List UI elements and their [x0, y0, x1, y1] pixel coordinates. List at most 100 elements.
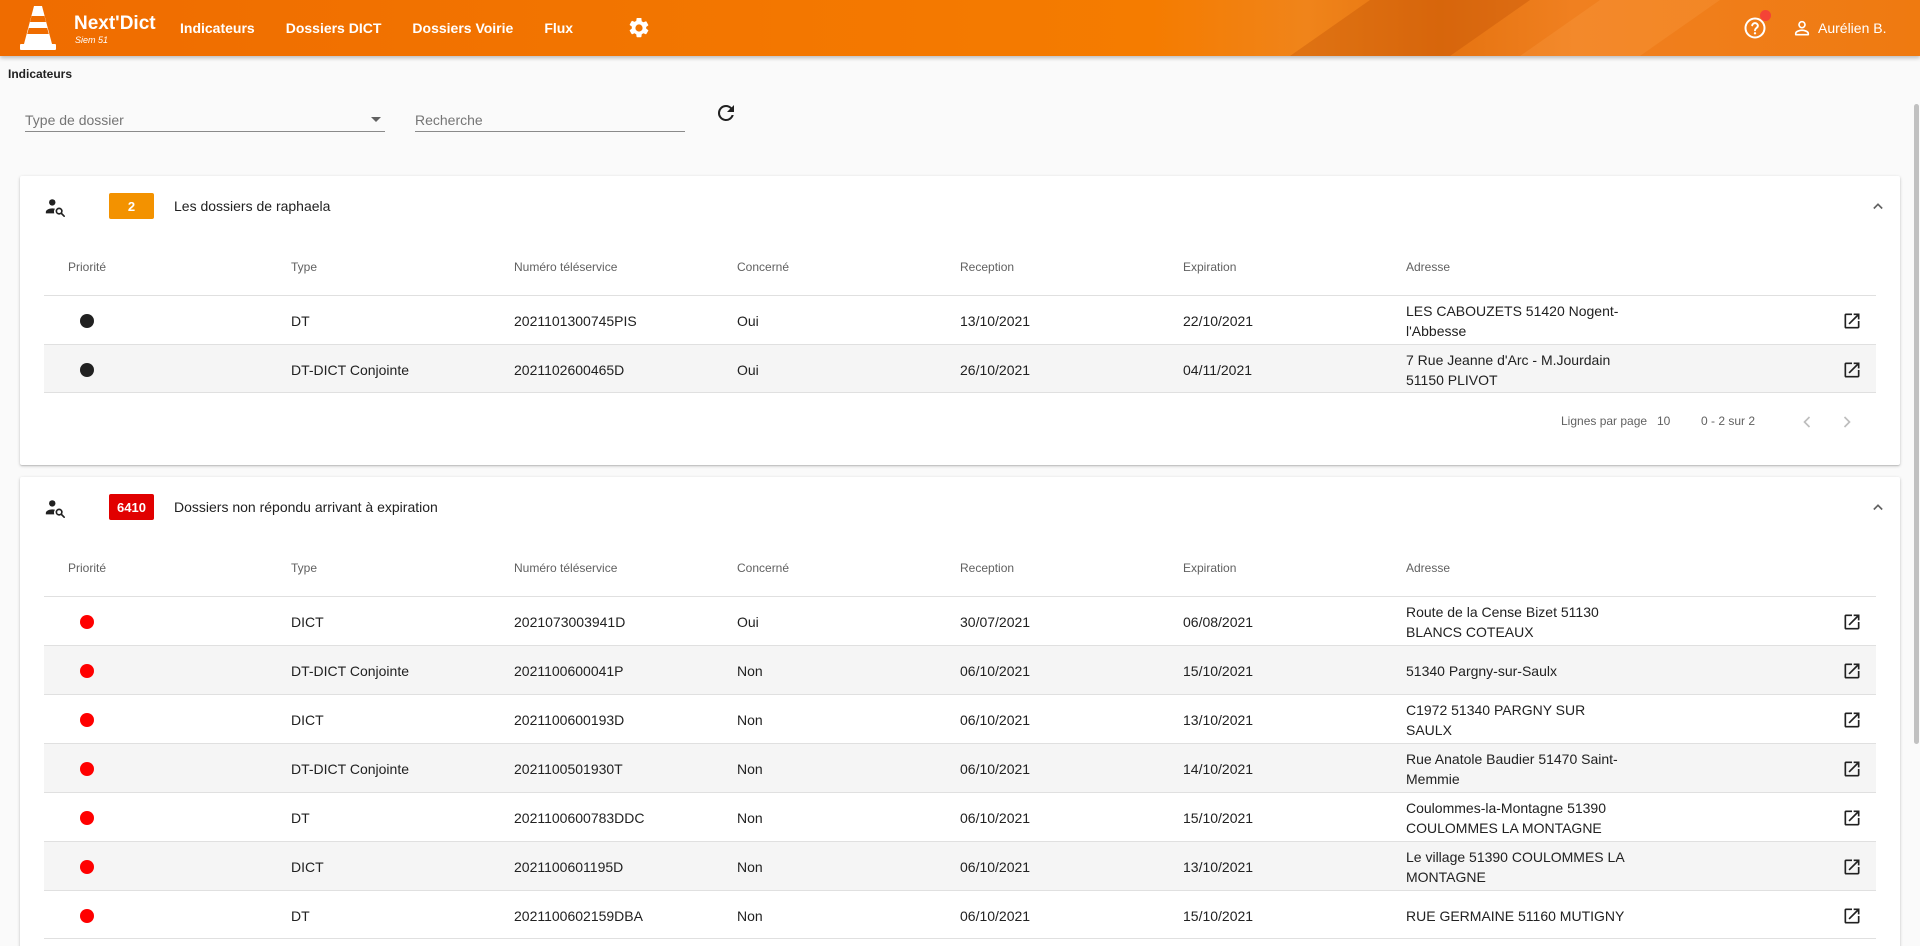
cell-concerne: Non	[737, 809, 763, 826]
cell-type: DICT	[291, 613, 324, 630]
col-reception[interactable]: Reception	[960, 561, 1014, 575]
open-in-new-icon[interactable]	[1842, 360, 1862, 380]
rows-per-page-label: Lignes par page	[1561, 414, 1648, 428]
cell-expiration: 15/10/2021	[1183, 662, 1254, 679]
open-in-new-icon[interactable]	[1842, 710, 1862, 730]
col-adresse[interactable]: Adresse	[1406, 260, 1450, 274]
table-pagination: Lignes par page 10 0 - 2 sur 2	[20, 414, 1900, 434]
cell-type: DICT	[291, 858, 324, 875]
card-header[interactable]: 6410 Dossiers non répondu arrivant à exp…	[20, 477, 1900, 537]
person-search-icon	[45, 199, 65, 217]
open-in-new-icon[interactable]	[1842, 612, 1862, 632]
cell-type: DT-DICT Conjointe	[291, 361, 410, 378]
page-scrollbar[interactable]	[1914, 104, 1919, 744]
user-menu[interactable]: Aurélien B.	[1792, 18, 1886, 38]
cell-type: DT	[291, 312, 310, 329]
table-row[interactable]: DT-DICT Conjointe 2021100501930T Non 06/…	[44, 743, 1876, 792]
col-type[interactable]: Type	[291, 260, 317, 274]
col-reception[interactable]: Reception	[960, 260, 1014, 274]
cell-adresse: 51340 Pargny-sur-Saulx	[1406, 662, 1557, 679]
cell-type: DT-DICT Conjointe	[291, 662, 410, 679]
nav-dossiers-voirie[interactable]: Dossiers Voirie	[412, 20, 513, 36]
col-numero[interactable]: Numéro téléservice	[514, 260, 617, 274]
col-concerne[interactable]: Concerné	[737, 260, 789, 274]
header-decoration	[1520, 0, 1720, 56]
cell-numero: 2021100600783DDC	[514, 809, 645, 826]
count-badge: 6410	[109, 494, 154, 520]
open-in-new-icon[interactable]	[1842, 857, 1862, 877]
col-numero[interactable]: Numéro téléservice	[514, 561, 617, 575]
priority-indicator	[80, 909, 94, 923]
open-in-new-icon[interactable]	[1842, 311, 1862, 331]
priority-indicator	[80, 363, 94, 377]
cell-type: DICT	[291, 711, 324, 728]
cell-expiration: 13/10/2021	[1183, 858, 1254, 875]
rows-per-page-select[interactable]: 10	[1657, 414, 1670, 428]
cell-numero: 2021102600465D	[514, 361, 625, 378]
table-row[interactable]: DT-DICT Conjointe 2021102600465D Oui 26/…	[44, 344, 1876, 393]
cell-concerne: Oui	[737, 361, 759, 378]
cell-adresse: RUE GERMAINE 51160 MUTIGNY	[1406, 907, 1625, 924]
col-priorite[interactable]: Priorité	[68, 561, 106, 575]
table-row[interactable]: DICT 2021100601195D Non 06/10/2021 13/10…	[44, 841, 1876, 890]
col-type[interactable]: Type	[291, 561, 317, 575]
cell-reception: 26/10/2021	[960, 361, 1031, 378]
col-expiration[interactable]: Expiration	[1183, 260, 1236, 274]
refresh-icon[interactable]	[714, 101, 738, 125]
nav-flux[interactable]: Flux	[544, 20, 573, 36]
cell-adresse: Route de la Cense Bizet 51130 BLANCS COT…	[1406, 603, 1599, 640]
table-header: Priorité Type Numéro téléservice Concern…	[44, 260, 1876, 280]
table-row[interactable]: DT 2021100602159DBA Non 06/10/2021 15/10…	[44, 890, 1876, 939]
brand[interactable]: Next'Dict Siem 51	[74, 14, 156, 46]
cell-adresse: LES CABOUZETS 51420 Nogent-l'Abbesse	[1406, 302, 1619, 339]
cell-reception: 06/10/2021	[960, 907, 1031, 924]
search-input[interactable]: Recherche	[415, 108, 685, 132]
priority-indicator	[80, 615, 94, 629]
cell-reception: 06/10/2021	[960, 858, 1031, 875]
chevron-left-icon[interactable]	[1797, 412, 1817, 432]
cell-numero: 2021101300745PIS	[514, 312, 637, 329]
cell-adresse: C1972 51340 PARGNY SUR SAULX	[1406, 701, 1586, 738]
nav-dossiers-dict[interactable]: Dossiers DICT	[286, 20, 382, 36]
table-row[interactable]: DICT 2021073003941D Oui 30/07/2021 06/08…	[44, 596, 1876, 645]
cell-numero: 2021100602159DBA	[514, 907, 643, 924]
table-row[interactable]: DT 2021100600783DDC Non 06/10/2021 15/10…	[44, 792, 1876, 841]
chevron-right-icon[interactable]	[1837, 412, 1857, 432]
table-row[interactable]: DT-DICT Conjointe 2021100600041P Non 06/…	[44, 645, 1876, 694]
cell-expiration: 22/10/2021	[1183, 312, 1254, 329]
main-nav: Indicateurs Dossiers DICT Dossiers Voiri…	[180, 0, 604, 56]
priority-indicator	[80, 314, 94, 328]
card-title: Dossiers non répondu arrivant à expirati…	[174, 499, 438, 515]
search-placeholder: Recherche	[415, 112, 483, 128]
table-row[interactable]: DICT 2021100600193D Non 06/10/2021 13/10…	[44, 694, 1876, 743]
table-row[interactable]: DT 2021101300745PIS Oui 13/10/2021 22/10…	[44, 295, 1876, 344]
col-expiration[interactable]: Expiration	[1183, 561, 1236, 575]
chevron-up-icon[interactable]	[1868, 196, 1888, 216]
cell-numero: 2021100600193D	[514, 711, 625, 728]
settings-gear-icon[interactable]	[627, 16, 651, 40]
priority-indicator	[80, 762, 94, 776]
open-in-new-icon[interactable]	[1842, 906, 1862, 926]
col-adresse[interactable]: Adresse	[1406, 561, 1450, 575]
page-title: Indicateurs	[8, 67, 73, 81]
cell-concerne: Non	[737, 858, 763, 875]
open-in-new-icon[interactable]	[1842, 808, 1862, 828]
type-dossier-select[interactable]: Type de dossier	[25, 108, 385, 132]
dropdown-arrow-icon	[371, 117, 381, 122]
cell-numero: 2021100501930T	[514, 760, 623, 777]
traffic-cone-logo-icon[interactable]	[20, 4, 56, 52]
open-in-new-icon[interactable]	[1842, 759, 1862, 779]
person-search-icon	[45, 500, 65, 518]
cell-type: DT	[291, 809, 310, 826]
indicator-card-raphaela: 2 Les dossiers de raphaela Priorité Type…	[20, 176, 1900, 465]
col-priorite[interactable]: Priorité	[68, 260, 106, 274]
cell-reception: 06/10/2021	[960, 662, 1031, 679]
chevron-up-icon[interactable]	[1868, 497, 1888, 517]
card-header[interactable]: 2 Les dossiers de raphaela	[20, 176, 1900, 236]
cell-reception: 06/10/2021	[960, 760, 1031, 777]
cell-concerne: Non	[737, 662, 763, 679]
open-in-new-icon[interactable]	[1842, 661, 1862, 681]
col-concerne[interactable]: Concerné	[737, 561, 789, 575]
nav-indicateurs[interactable]: Indicateurs	[180, 20, 255, 36]
cell-type: DT-DICT Conjointe	[291, 760, 410, 777]
